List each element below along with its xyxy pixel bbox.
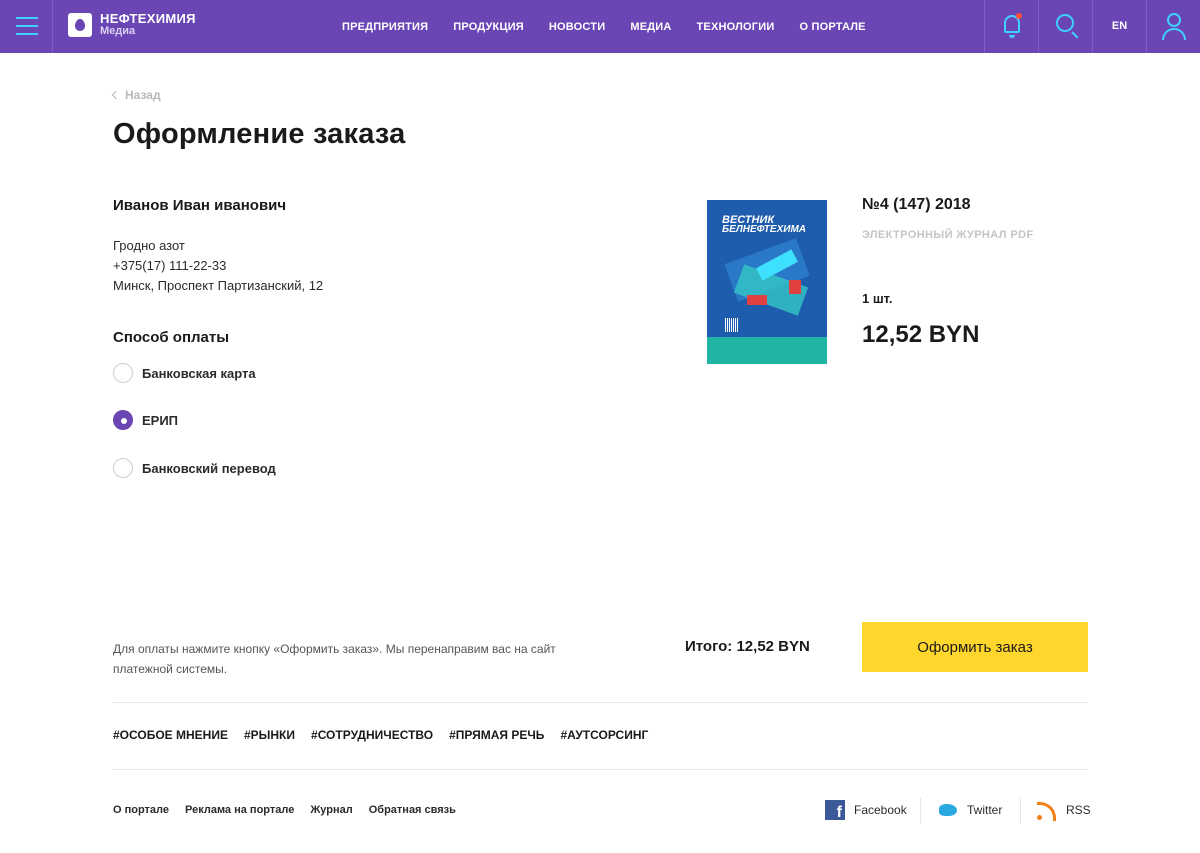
customer-company: Гродно азот <box>113 238 185 253</box>
footer-link-ads[interactable]: Реклама на портале <box>185 804 294 816</box>
facebook-label: Facebook <box>854 803 907 817</box>
rss-link[interactable]: RSS <box>1037 800 1091 821</box>
footer-link-feedback[interactable]: Обратная связь <box>369 804 456 816</box>
logo-title: НЕФТЕХИМИЯ <box>100 11 196 26</box>
twitter-link[interactable]: Twitter <box>938 800 1002 820</box>
notification-dot <box>1016 13 1022 19</box>
chevron-left-icon <box>111 90 121 100</box>
tag-link[interactable]: #ОСОБОЕ МНЕНИЕ <box>113 728 228 742</box>
nav-item-about[interactable]: О ПОРТАЛЕ <box>799 21 865 33</box>
issue-number: №4 (147) 2018 <box>862 196 971 213</box>
customer-address: Минск, Проспект Партизанский, 12 <box>113 278 324 293</box>
payment-option-erip[interactable]: ЕРИП <box>113 410 178 430</box>
nav-item-media[interactable]: МЕДИА <box>630 21 671 33</box>
facebook-link[interactable]: Facebook <box>825 800 907 822</box>
tag-list: #ОСОБОЕ МНЕНИЕ #РЫНКИ #СОТРУДНИЧЕСТВО #П… <box>113 728 664 742</box>
payment-method-title: Способ оплаты <box>113 329 230 346</box>
order-total: Итого: 12,52 BYN <box>685 638 810 655</box>
nav-item-enterprises[interactable]: ПРЕДПРИЯТИЯ <box>342 21 428 33</box>
payment-option-card[interactable]: Банковская карта <box>113 363 256 383</box>
site-logo[interactable]: НЕФТЕХИМИЯ Медиа <box>68 11 196 37</box>
radio-button[interactable] <box>113 363 133 383</box>
search-button[interactable] <box>1038 0 1092 53</box>
rss-icon <box>1037 800 1057 821</box>
divider <box>1020 798 1021 824</box>
search-icon <box>1056 14 1074 32</box>
quantity: 1 шт. <box>862 291 893 306</box>
user-button[interactable] <box>1146 0 1200 53</box>
radio-button[interactable] <box>113 458 133 478</box>
payment-note: Для оплаты нажмите кнопку «Оформить зака… <box>113 642 556 676</box>
main-nav: ПРЕДПРИЯТИЯ ПРОДУКЦИЯ НОВОСТИ МЕДИА ТЕХН… <box>342 0 891 53</box>
top-header: НЕФТЕХИМИЯ Медиа ПРЕДПРИЯТИЯ ПРОДУКЦИЯ Н… <box>0 0 1200 53</box>
customer-name: Иванов Иван иванович <box>113 197 287 214</box>
payment-option-label: ЕРИП <box>142 412 179 428</box>
cover-subtitle: БЕЛНЕФТЕХИМА <box>722 224 807 235</box>
nav-item-products[interactable]: ПРОДУКЦИЯ <box>453 21 524 33</box>
magazine-cover-image: ВЕСТНИК БЕЛНЕФТЕХИМА <box>707 200 827 364</box>
divider <box>920 798 921 824</box>
notifications-button[interactable] <box>984 0 1038 53</box>
user-icon <box>1167 13 1181 27</box>
divider <box>113 702 1088 703</box>
nav-item-technologies[interactable]: ТЕХНОЛОГИИ <box>697 21 775 33</box>
tag-link[interactable]: #ПРЯМАЯ РЕЧЬ <box>449 728 544 742</box>
product-type: ЭЛЕКТРОННЫЙ ЖУРНАЛ PDF <box>862 229 1034 241</box>
tag-link[interactable]: #АУТСОРСИНГ <box>560 728 648 742</box>
twitter-icon <box>938 800 958 820</box>
payment-option-transfer[interactable]: Банковский перевод <box>113 458 276 478</box>
footer-link-about[interactable]: О портале <box>113 804 169 816</box>
back-link[interactable]: Назад <box>111 88 161 102</box>
customer-details: Гродно азот +375(17) 111-22-33 Минск, Пр… <box>113 236 323 296</box>
twitter-label: Twitter <box>967 803 1003 817</box>
payment-option-label: Банковская карта <box>142 365 256 381</box>
tag-link[interactable]: #СОТРУДНИЧЕСТВО <box>311 728 433 742</box>
payment-option-label: Банковский перевод <box>142 460 276 476</box>
barcode <box>725 318 739 332</box>
logo-icon <box>68 13 92 37</box>
language-switch[interactable]: EN <box>1092 0 1146 53</box>
product-price: 12,52 BYN <box>862 321 980 348</box>
radio-button-selected[interactable] <box>113 410 133 430</box>
footer-link-journal[interactable]: Журнал <box>310 804 352 816</box>
tag-link[interactable]: #РЫНКИ <box>244 728 295 742</box>
divider <box>113 769 1088 770</box>
back-label: Назад <box>125 88 161 102</box>
place-order-button[interactable]: Оформить заказ <box>862 622 1088 672</box>
logo-subtitle: Медиа <box>100 25 136 37</box>
menu-icon[interactable] <box>0 0 53 53</box>
rss-label: RSS <box>1066 803 1091 817</box>
footer-links: О портале Реклама на портале Журнал Обра… <box>113 804 472 816</box>
facebook-icon <box>825 800 845 822</box>
page-title: Оформление заказа <box>113 118 406 150</box>
nav-item-news[interactable]: НОВОСТИ <box>549 21 605 33</box>
customer-phone: +375(17) 111-22-33 <box>113 258 227 273</box>
